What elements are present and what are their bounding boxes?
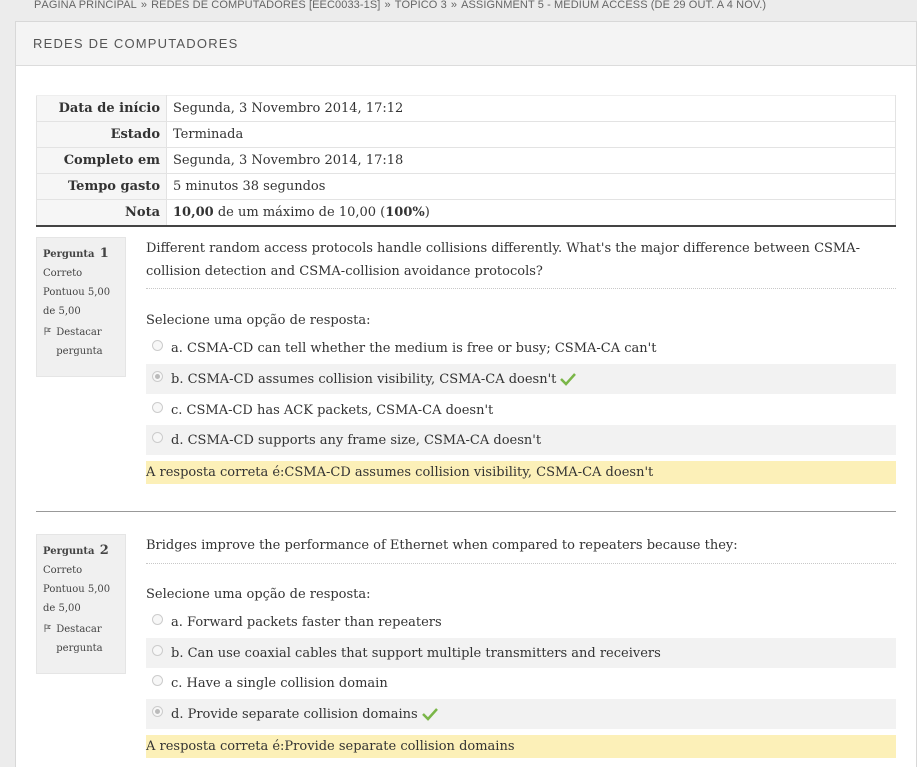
breadcrumb-separator: » xyxy=(384,0,391,11)
question-state: Correto xyxy=(43,565,83,576)
summary-value: 5 minutos 38 segundos xyxy=(166,173,896,200)
question-info-2: Pergunta 2 Correto Pontuou 5,00 de 5,00 … xyxy=(36,534,126,674)
flag-label: Destacar pergunta xyxy=(56,624,103,654)
grade-close: ) xyxy=(424,204,430,220)
flag-question-button[interactable]: Destacar pergunta xyxy=(43,620,119,658)
breadcrumb-separator: » xyxy=(450,0,458,11)
answer-label: b. CSMA-CD assumes collision visibility,… xyxy=(171,371,557,387)
breadcrumb-course[interactable]: REDES DE COMPUTADORES [EEC0033-1S] xyxy=(151,0,380,11)
answer-label: d. Provide separate collision domains xyxy=(171,706,418,722)
answer-prompt-2: Selecione uma opção de resposta: xyxy=(146,587,371,602)
question-label: Pergunta xyxy=(43,249,95,260)
summary-value: Segunda, 3 Novembro 2014, 17:12 xyxy=(166,95,896,122)
flag-label: Destacar pergunta xyxy=(56,327,103,357)
summary-row: Estado Terminada xyxy=(36,121,896,148)
summary-label: Nota xyxy=(36,199,167,226)
breadcrumb-separator: » xyxy=(140,0,148,11)
flag-icon xyxy=(44,624,52,632)
correct-answer-feedback-1: A resposta correta é:CSMA-CD assumes col… xyxy=(146,461,896,484)
question-info-1: Pergunta 1 Correto Pontuou 5,00 de 5,00 … xyxy=(36,237,126,377)
summary-value: Segunda, 3 Novembro 2014, 17:18 xyxy=(166,147,896,174)
answer-option-selected[interactable]: b. CSMA-CD assumes collision visibility,… xyxy=(146,364,896,394)
summary-row: Tempo gasto 5 minutos 38 segundos xyxy=(36,173,896,200)
question-mark: Pontuou 5,00 de 5,00 xyxy=(43,584,111,614)
radio-icon[interactable] xyxy=(152,339,163,351)
answer-prompt-1: Selecione uma opção de resposta: xyxy=(146,313,371,328)
check-icon xyxy=(560,373,577,386)
answer-label: c. Have a single collision domain xyxy=(171,675,388,691)
summary-row: Completo em Segunda, 3 Novembro 2014, 17… xyxy=(36,147,896,174)
radio-icon[interactable] xyxy=(152,705,163,717)
summary-row: Nota 10,00 de um máximo de 10,00 (100%) xyxy=(36,199,896,226)
question-label: Pergunta xyxy=(43,546,95,557)
answer-option[interactable]: a. CSMA-CD can tell whether the medium i… xyxy=(146,333,896,363)
summary-grade: 10,00 de um máximo de 10,00 (100%) xyxy=(166,199,896,226)
radio-icon[interactable] xyxy=(152,401,163,413)
flag-icon xyxy=(44,327,52,335)
answer-label: d. CSMA-CD supports any frame size, CSMA… xyxy=(171,432,542,448)
check-icon xyxy=(421,708,438,721)
radio-icon[interactable] xyxy=(152,431,163,443)
radio-icon[interactable] xyxy=(152,370,163,382)
radio-icon[interactable] xyxy=(152,644,163,656)
answer-option-selected[interactable]: d. Provide separate collision domains xyxy=(146,699,896,729)
breadcrumb-assignment[interactable]: ASSIGNMENT 5 - MEDIUM ACCESS (DE 29 OUT.… xyxy=(461,0,766,11)
answer-option[interactable]: c. CSMA-CD has ACK packets, CSMA-CA does… xyxy=(146,395,896,425)
answer-option[interactable]: c. Have a single collision domain xyxy=(146,668,896,698)
summary-label: Completo em xyxy=(36,147,167,174)
breadcrumb: PÁGINA PRINCIPAL» REDES DE COMPUTADORES [… xyxy=(34,0,766,13)
radio-icon[interactable] xyxy=(152,674,163,686)
summary-label: Tempo gasto xyxy=(36,173,167,200)
answer-label: b. Can use coaxial cables that support m… xyxy=(171,645,661,661)
summary-row: Data de início Segunda, 3 Novembro 2014,… xyxy=(36,95,896,122)
summary-label: Estado xyxy=(36,121,167,148)
summary-value: Terminada xyxy=(166,121,896,148)
question-number: 2 xyxy=(99,543,109,558)
answer-label: c. CSMA-CD has ACK packets, CSMA-CA does… xyxy=(171,402,494,418)
question-number: 1 xyxy=(99,246,109,261)
main-panel: REDES DE COMPUTADORES Data de início Seg… xyxy=(15,21,917,767)
question-divider xyxy=(36,511,896,512)
course-title: REDES DE COMPUTADORES xyxy=(33,36,239,51)
question-mark: Pontuou 5,00 de 5,00 xyxy=(43,287,111,317)
answer-label: a. CSMA-CD can tell whether the medium i… xyxy=(171,340,657,356)
breadcrumb-home[interactable]: PÁGINA PRINCIPAL xyxy=(34,0,137,11)
question-state: Correto xyxy=(43,268,83,279)
answer-option[interactable]: b. Can use coaxial cables that support m… xyxy=(146,638,896,668)
summary-label: Data de início xyxy=(36,95,167,122)
question-text-1: Different random access protocols handle… xyxy=(146,237,896,289)
breadcrumb-topic[interactable]: TÓPICO 3 xyxy=(395,0,447,11)
grade-value: 10,00 xyxy=(173,204,214,220)
answer-option[interactable]: a. Forward packets faster than repeaters xyxy=(146,607,896,637)
grade-percent: 100% xyxy=(385,204,425,220)
question-text-2: Bridges improve the performance of Ether… xyxy=(146,534,896,564)
radio-icon[interactable] xyxy=(152,613,163,625)
grade-max: de um máximo de 10,00 ( xyxy=(213,204,386,220)
attempt-summary-table: Data de início Segunda, 3 Novembro 2014,… xyxy=(36,95,896,227)
flag-question-button[interactable]: Destacar pergunta xyxy=(43,323,119,361)
answer-label: a. Forward packets faster than repeaters xyxy=(171,614,442,630)
correct-answer-feedback-2: A resposta correta é:Provide separate co… xyxy=(146,735,896,758)
answer-option[interactable]: d. CSMA-CD supports any frame size, CSMA… xyxy=(146,425,896,455)
panel-header: REDES DE COMPUTADORES xyxy=(16,22,916,66)
